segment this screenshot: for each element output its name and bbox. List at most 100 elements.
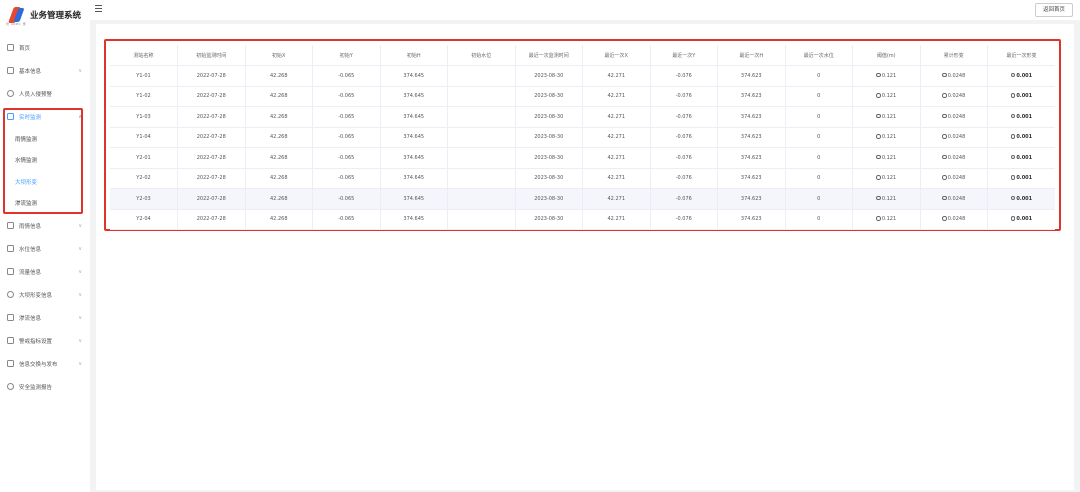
table-cell: 0 — [785, 127, 853, 148]
sidebar-item-9[interactable]: 警戒指标设置 ∨ — [0, 329, 90, 352]
clock-icon — [1010, 154, 1016, 160]
table-cell: 42.268 — [245, 86, 313, 107]
column-header: 最近一次监测时间 — [515, 45, 583, 66]
menu-fold-icon[interactable] — [95, 5, 102, 12]
table-cell: 2023-08-30 — [515, 188, 583, 210]
table-cell: 2022-07-28 — [177, 147, 246, 169]
table-cell: 2022-07-28 — [177, 106, 246, 128]
table-cell: -0.065 — [312, 65, 381, 87]
table-cell: Y2-02 — [110, 168, 178, 189]
table-cell: -0.065 — [312, 86, 381, 107]
seepage-icon — [7, 314, 14, 321]
table-cell: Y2-01 — [110, 147, 178, 169]
table-cell: 42.268 — [245, 147, 313, 169]
sidebar: 业务管理系统 智 ARBC 惠 首页 基本信息 ∨ 人员入侵预警 实时监测 ∧ 雨情监测 水情… — [0, 0, 90, 492]
cell-value: 0.001 — [1016, 134, 1033, 141]
table-cell: 374.623 — [717, 65, 786, 87]
table-row[interactable]: Y2-02 2022-07-28 42.268 -0.065 374.645 2023-0… — [110, 168, 1055, 189]
cell-value: 0.121 — [881, 134, 897, 141]
sidebar-item-label: 基本信息 — [19, 68, 42, 75]
table-cell: 2022-07-28 — [177, 188, 246, 210]
sidebar-item-8[interactable]: 渗流信息 ∨ — [0, 306, 90, 329]
table-cell: 42.268 — [245, 168, 313, 189]
sidebar-item-label: 信息交换与发布 — [19, 361, 58, 368]
table-cell: 0.001 — [987, 106, 1055, 128]
table-row[interactable]: Y1-04 2022-07-28 42.268 -0.065 374.645 2023-0… — [110, 127, 1055, 148]
sidebar-item-0[interactable]: 首页 — [0, 36, 90, 59]
column-header: 初始X — [245, 45, 313, 66]
table-row[interactable]: Y2-04 2022-07-28 42.268 -0.065 374.645 2023-0… — [110, 209, 1055, 230]
cell-value: 0.121 — [881, 195, 897, 202]
clock-icon — [1010, 216, 1016, 221]
cell-value: 0.001 — [1016, 113, 1033, 120]
table-cell: Y1-01 — [110, 65, 178, 87]
clock-icon — [942, 113, 947, 119]
submenu-item-3[interactable]: 渗流监测 — [0, 193, 90, 215]
column-header: 最近一次Y — [650, 45, 718, 66]
table-cell — [447, 65, 516, 87]
sidebar-item-2[interactable]: 人员入侵预警 — [0, 82, 90, 105]
sidebar-item-7[interactable]: 大坝形变信息 ∨ — [0, 283, 90, 306]
chevron-down-icon: ∨ — [78, 245, 82, 252]
sidebar-item-label: 警戒指标设置 — [19, 338, 53, 345]
sidebar-item-label: 首页 — [19, 45, 31, 52]
clock-icon — [876, 195, 881, 201]
table-cell: 374.645 — [380, 209, 448, 230]
table-cell: 0.0248 — [920, 188, 988, 210]
home-icon — [7, 44, 14, 51]
table-cell: 0 — [785, 188, 853, 210]
table-cell: -0.076 — [650, 65, 718, 87]
cell-value: 0.121 — [881, 113, 897, 120]
table-cell: 374.645 — [380, 86, 448, 107]
submenu-item-2[interactable]: 大坝形变 — [0, 171, 90, 193]
sidebar-item-4[interactable]: 雨情信息 ∨ — [0, 214, 90, 237]
sidebar-item-11[interactable]: 安全监测报告 — [0, 375, 90, 398]
table-cell: 42.268 — [245, 106, 313, 128]
sidebar-item-5[interactable]: 水位信息 ∨ — [0, 237, 90, 260]
table-row[interactable]: Y1-03 2022-07-28 42.268 -0.065 374.645 2023-0… — [110, 106, 1055, 128]
table-row[interactable]: Y1-01 2022-07-28 42.268 -0.065 374.645 2023-0… — [110, 65, 1055, 87]
flow-icon — [7, 268, 14, 275]
table-cell — [447, 106, 516, 128]
column-header: 初始监测时间 — [177, 45, 246, 66]
submenu-item-1[interactable]: 水情监测 — [0, 150, 90, 172]
table-cell: 374.623 — [717, 188, 786, 210]
app-title: 业务管理系统 — [30, 11, 82, 21]
table-cell: 0.0248 — [920, 147, 988, 169]
table-cell: 374.645 — [380, 106, 448, 128]
clock-icon — [1010, 134, 1016, 139]
cell-value: 0.0248 — [947, 175, 966, 182]
table-cell: 0.121 — [852, 86, 921, 107]
chevron-down-icon: ∨ — [78, 67, 82, 74]
cell-value: 0.001 — [1016, 72, 1033, 79]
table-cell: -0.076 — [650, 106, 718, 128]
sidebar-item-1[interactable]: 基本信息 ∨ — [0, 59, 90, 82]
table-cell: 42.268 — [245, 127, 313, 148]
table-cell: 0.121 — [852, 147, 921, 169]
cell-value: 0.121 — [881, 175, 897, 182]
table-cell: 0.001 — [987, 209, 1055, 230]
column-header: 初始H — [380, 45, 448, 66]
table-cell: Y2-03 — [110, 188, 178, 210]
table-cell: 0.001 — [987, 127, 1055, 148]
table-cell: -0.065 — [312, 147, 381, 169]
cell-value: 0.001 — [1016, 195, 1033, 202]
table-cell: -0.076 — [650, 127, 718, 148]
table-cell: 42.271 — [582, 65, 651, 87]
cell-value: 0.001 — [1016, 175, 1033, 182]
back-home-button[interactable]: 返回首页 — [1034, 3, 1073, 17]
sidebar-item-10[interactable]: 信息交换与发布 ∨ — [0, 352, 90, 375]
table-row[interactable]: Y2-03 2022-07-28 42.268 -0.065 374.645 2023-0… — [110, 188, 1055, 210]
submenu-item-0[interactable]: 雨情监测 — [0, 128, 90, 150]
cell-value: 0.0248 — [947, 134, 966, 141]
column-header: 初始Y — [312, 45, 381, 66]
dam-icon — [7, 291, 14, 298]
cell-value: 0.001 — [1016, 93, 1033, 100]
table-row[interactable]: Y1-02 2022-07-28 42.268 -0.065 374.645 2023-0… — [110, 86, 1055, 107]
deformation-table: 测站名称 初始监测时间 初始X 初始Y 初始H 初始水位 最近一次监测时间 最近一次X 最近一次… — [110, 45, 1055, 230]
table-cell: 2022-07-28 — [177, 127, 246, 148]
clock-icon — [942, 195, 947, 201]
sidebar-item-3[interactable]: 实时监测 ∧ — [0, 105, 90, 128]
sidebar-item-6[interactable]: 流量信息 ∨ — [0, 260, 90, 283]
table-row[interactable]: Y2-01 2022-07-28 42.268 -0.065 374.645 2023-0… — [110, 147, 1055, 169]
